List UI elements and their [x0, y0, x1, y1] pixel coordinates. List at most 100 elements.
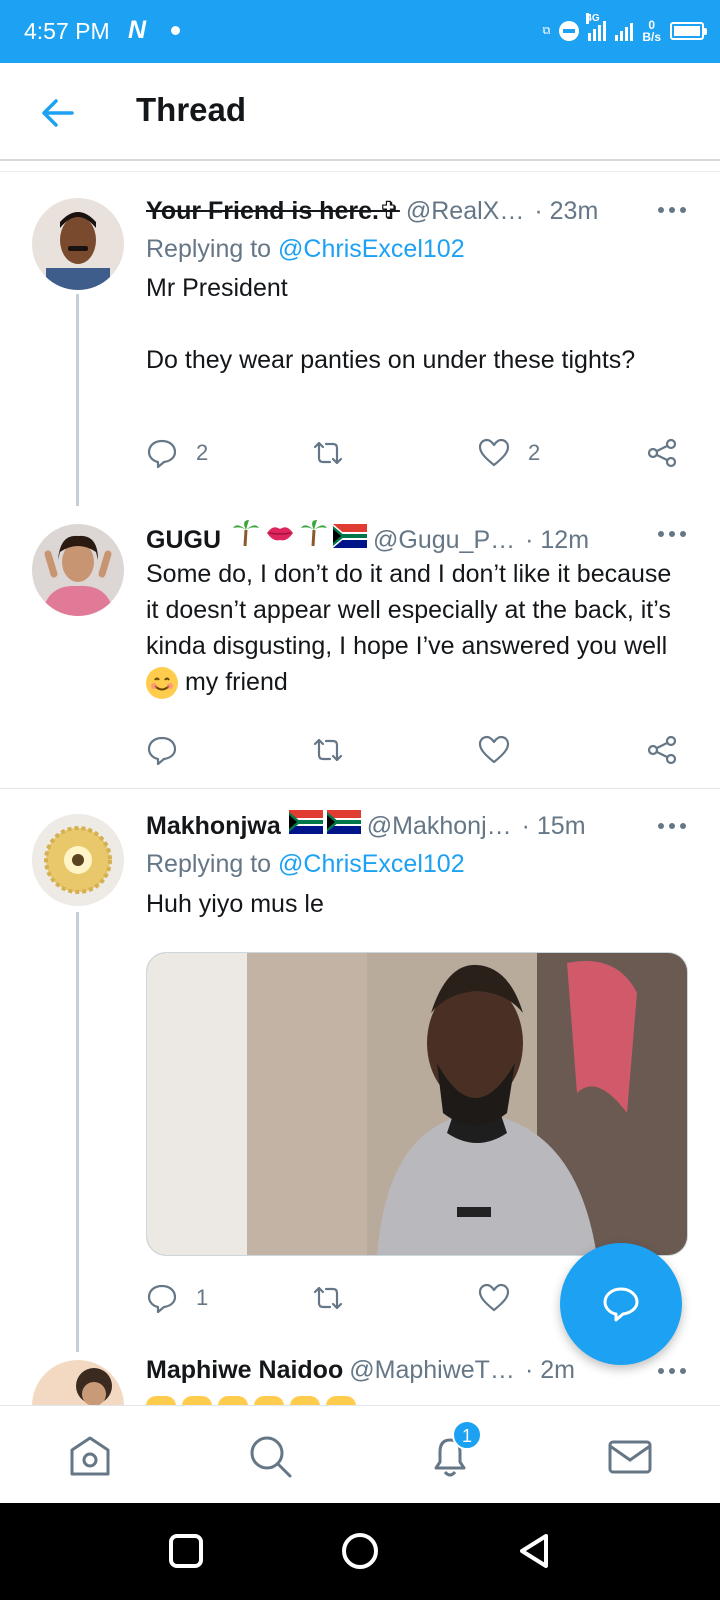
tweet-header: Your Friend is here.✞ @RealX… · 23m: [146, 196, 680, 226]
like-button[interactable]: [478, 730, 510, 770]
app-notification-icon: N: [128, 16, 147, 44]
tweet-text: Mr President Do they wear panties on und…: [146, 274, 636, 374]
tweet-text-part: Some do, I don’t do it and I don’t like …: [146, 560, 679, 660]
avatar[interactable]: [32, 524, 124, 616]
display-name[interactable]: Maphiwe Naidoo: [146, 1356, 343, 1385]
username[interactable]: @RealX…: [406, 197, 524, 226]
timestamp: · 12m: [525, 526, 590, 554]
network-speed: 0 B/s: [642, 19, 661, 43]
more-options-button[interactable]: [652, 823, 692, 835]
back-button[interactable]: [36, 91, 80, 135]
recent-apps-button[interactable]: [166, 1531, 206, 1571]
retweet-button[interactable]: [312, 433, 344, 473]
retweet-button[interactable]: [312, 730, 344, 770]
notification-dot-icon: [171, 26, 180, 35]
more-options-button[interactable]: [652, 1368, 692, 1380]
more-icon: [658, 531, 664, 537]
like-button[interactable]: [478, 1278, 510, 1318]
palm-tree-icon: [301, 520, 327, 547]
smiling-face-icon: [146, 667, 178, 700]
more-icon: [658, 823, 664, 829]
display-name[interactable]: Your Friend is here.✞: [146, 196, 400, 226]
share-icon: [647, 438, 677, 468]
avatar[interactable]: [32, 814, 124, 906]
timestamp: · 2m: [524, 1356, 575, 1384]
reply-button[interactable]: [146, 730, 178, 770]
mail-icon: [608, 1440, 652, 1474]
status-time: 4:57 PM: [24, 18, 110, 44]
more-options-button[interactable]: [652, 531, 692, 543]
display-name[interactable]: Makhonjwa: [146, 812, 281, 841]
tweet-text-part: my friend: [178, 668, 288, 696]
circle-icon: [342, 1533, 378, 1569]
nav-messages[interactable]: [606, 1432, 654, 1480]
replying-prefix: Replying to: [146, 235, 272, 263]
avatar-image: [32, 814, 124, 906]
bottom-navigation: 1: [0, 1405, 720, 1503]
compose-icon: [603, 1287, 639, 1322]
square-icon: [169, 1534, 203, 1568]
south-africa-flag-icon: [288, 810, 323, 834]
network-type: 4G: [586, 13, 600, 24]
search-icon: [250, 1436, 292, 1478]
tweet-media-image[interactable]: [146, 952, 688, 1256]
palm-tree-icon: [233, 520, 259, 547]
home-icon: [70, 1436, 110, 1476]
timestamp: · 15m: [521, 812, 586, 840]
reply-icon: [147, 439, 177, 469]
like-icon: [478, 1283, 510, 1312]
username[interactable]: @Makhonj…: [367, 812, 512, 841]
compose-reply-button[interactable]: [560, 1243, 682, 1365]
home-system-button[interactable]: [340, 1531, 380, 1571]
avatar[interactable]: [32, 1360, 124, 1408]
replying-to: Replying to @ChrisExcel102: [146, 850, 465, 879]
status-indicators: ⧉ 4G 0 B/s: [542, 13, 707, 48]
retweet-button[interactable]: [312, 1278, 344, 1318]
share-button[interactable]: [646, 433, 678, 473]
mention-link[interactable]: @ChrisExcel102: [278, 235, 465, 263]
status-bar: 4:57 PM N ⧉ 4G 0 B/s: [0, 0, 720, 63]
more-options-button[interactable]: [652, 207, 692, 219]
header-divider: [0, 171, 720, 172]
like-icon: [478, 735, 510, 764]
do-not-disturb-icon: [559, 21, 580, 41]
reply-count: 1: [196, 1285, 209, 1310]
like-button[interactable]: 2: [478, 433, 540, 473]
south-africa-flag-icon: [326, 810, 361, 834]
share-icon: [647, 735, 677, 765]
replying-to: Replying to @ChrisExcel102: [146, 235, 465, 264]
tweet-actions: 2 2: [146, 433, 684, 473]
retweet-icon: [313, 738, 343, 762]
display-name[interactable]: GUGU: [146, 526, 221, 555]
page-title: Thread: [136, 91, 247, 128]
notifications-badge: 1: [452, 1420, 482, 1450]
timestamp: · 23m: [534, 197, 599, 225]
tweet-text: Huh yiyo mus le: [146, 890, 324, 918]
avatar-image: [32, 198, 124, 290]
lips-icon: [267, 527, 293, 541]
nav-home[interactable]: [66, 1432, 114, 1480]
username[interactable]: @MaphiweT…: [349, 1356, 515, 1385]
battery-icon: [670, 22, 707, 40]
triangle-back-icon: [520, 1534, 548, 1568]
back-arrow-icon: [42, 99, 74, 127]
speed-unit: B/s: [642, 30, 661, 44]
south-africa-flag-icon: [333, 524, 367, 548]
reply-button[interactable]: 1: [146, 1278, 208, 1318]
avatar-image: [32, 524, 124, 616]
mention-link[interactable]: @ChrisExcel102: [278, 850, 465, 878]
tweet-header: Makhonjwa @Makhonj… · 15m: [146, 810, 680, 841]
more-icon: [658, 1368, 664, 1374]
like-icon: [478, 438, 510, 467]
reply-icon: [147, 1284, 177, 1314]
nav-search[interactable]: [246, 1432, 294, 1480]
avatar[interactable]: [32, 198, 124, 290]
reply-button[interactable]: 2: [146, 433, 208, 473]
system-navigation-bar: [0, 1503, 720, 1600]
share-button[interactable]: [646, 730, 678, 770]
username[interactable]: @Gugu_P…: [373, 526, 515, 555]
thread-line: [76, 912, 79, 1352]
reply-icon: [147, 736, 177, 766]
back-system-button[interactable]: [514, 1531, 554, 1571]
reply-count: 2: [196, 440, 209, 465]
